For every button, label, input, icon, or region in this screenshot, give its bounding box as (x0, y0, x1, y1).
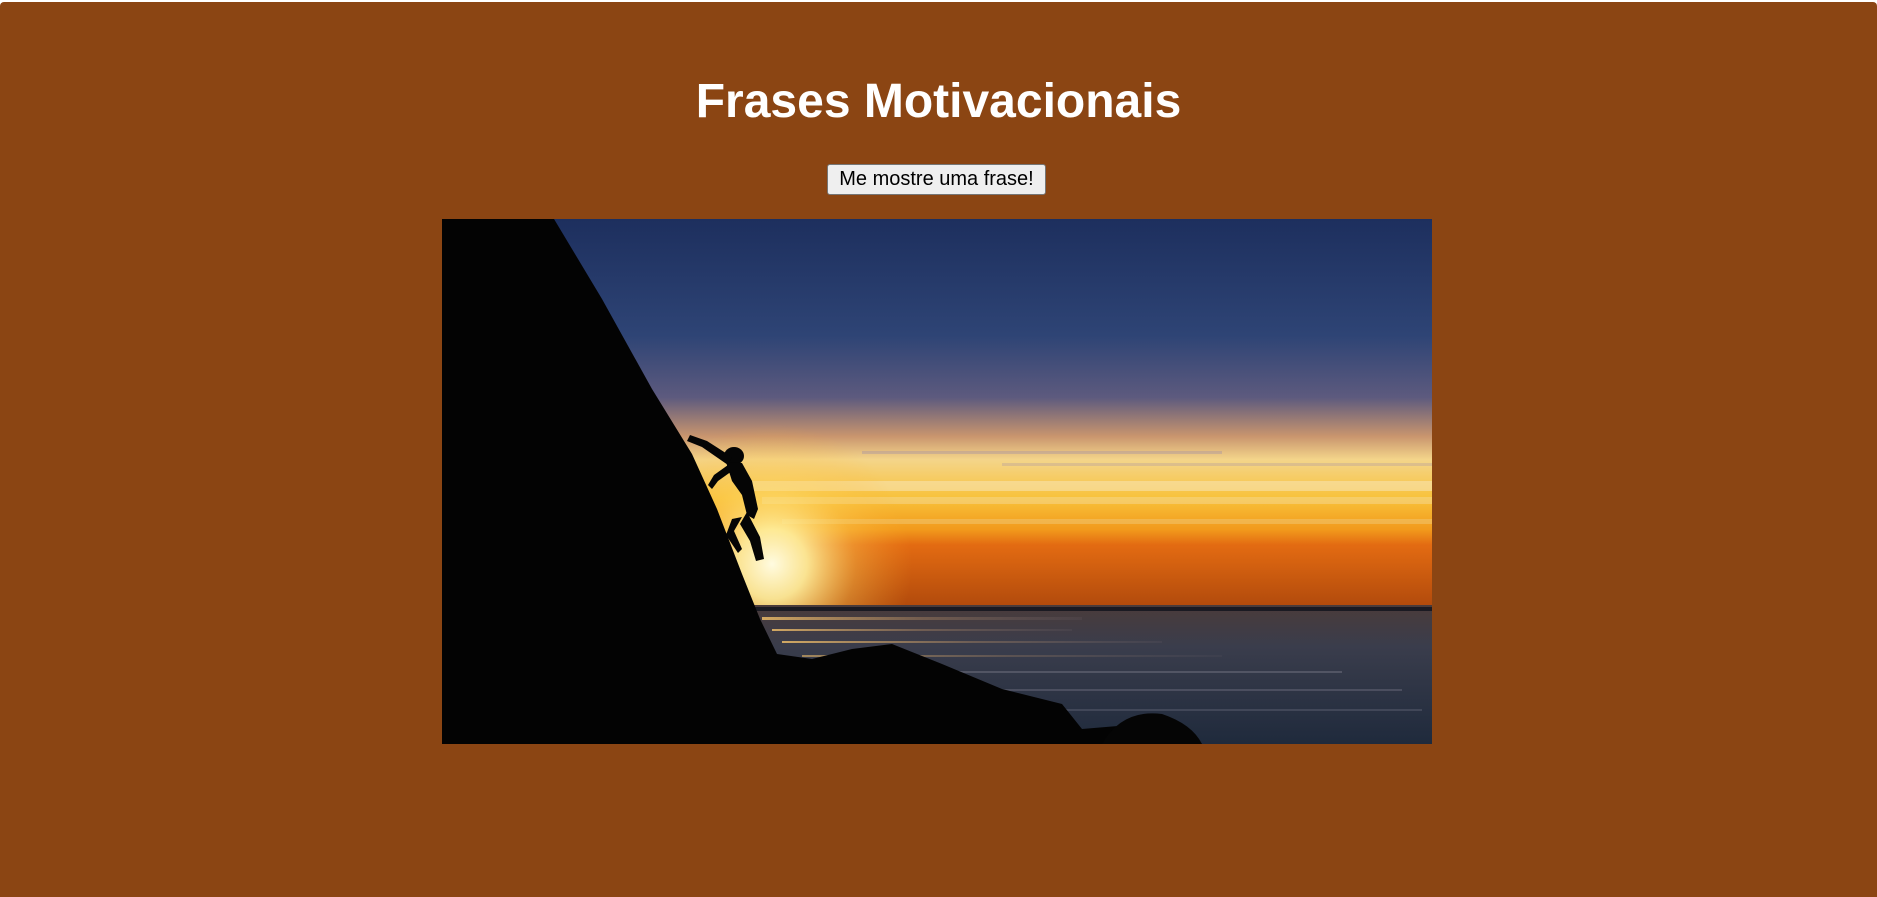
page-background: Frases Motivacionais Me mostre uma frase… (0, 2, 1877, 897)
motivational-image (442, 219, 1432, 744)
page-title: Frases Motivacionais (695, 75, 1182, 128)
sunset-climber-illustration (442, 219, 1432, 744)
show-quote-button[interactable]: Me mostre uma frase! (827, 164, 1046, 195)
